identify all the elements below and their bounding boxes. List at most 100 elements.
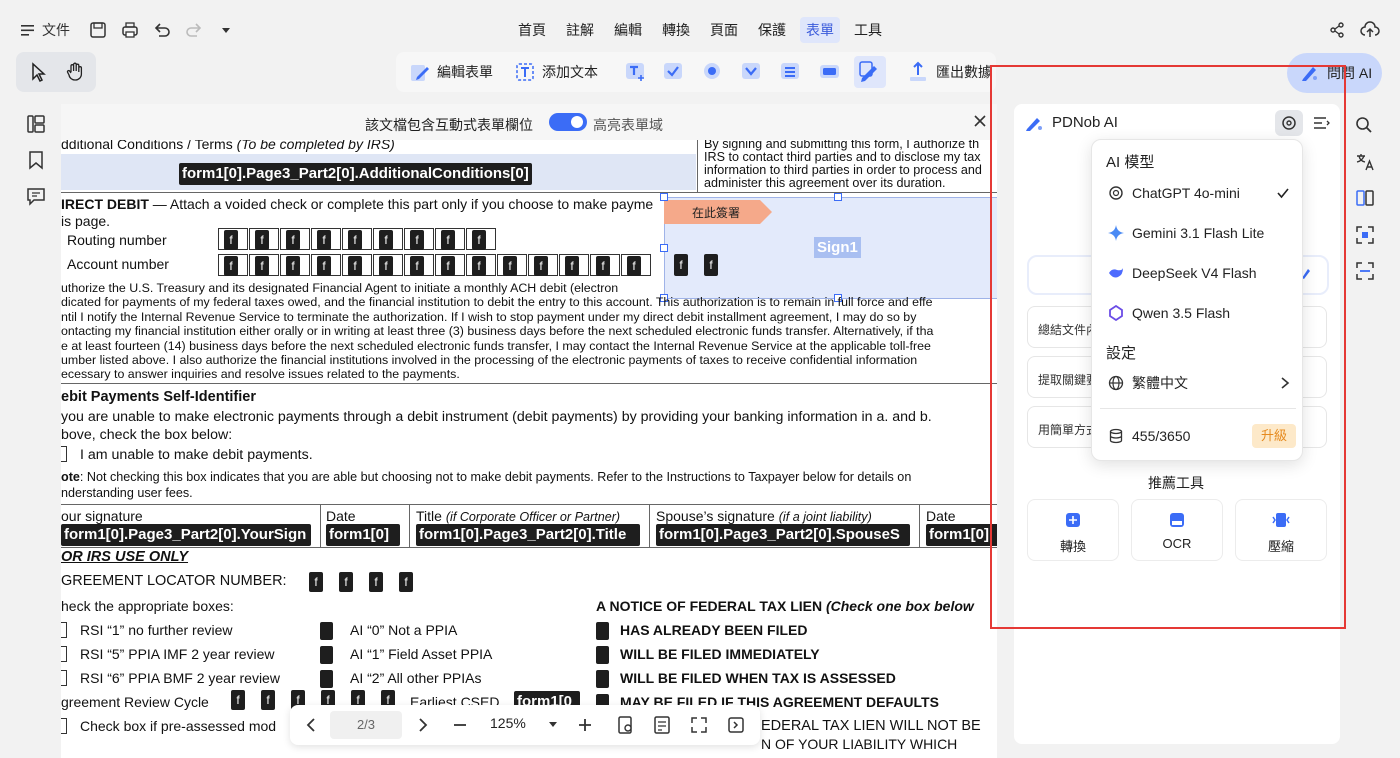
date-field[interactable]: form1[0] <box>326 524 400 546</box>
date-field-2[interactable]: form1[0] <box>926 524 997 546</box>
list-box-field-icon[interactable] <box>779 60 803 84</box>
account-box-extra[interactable]: f <box>704 254 718 276</box>
undo-icon[interactable] <box>153 18 171 42</box>
add-text-button[interactable]: 添加文本 <box>514 56 598 88</box>
rsi-1-checkbox[interactable] <box>61 622 67 638</box>
export-data-button[interactable]: 匯出數據 <box>908 56 992 88</box>
preassessed-checkbox[interactable] <box>61 718 67 734</box>
language-option[interactable]: 繁體中文 <box>1108 371 1290 395</box>
lien-assessed-checkbox[interactable] <box>596 670 609 688</box>
routing-digit-field[interactable]: f <box>224 230 238 250</box>
routing-digit-field[interactable]: f <box>317 230 331 250</box>
locator-digit-field[interactable]: f <box>399 572 413 592</box>
tab-convert[interactable]: 轉換 <box>656 17 696 43</box>
account-digit-field[interactable]: f <box>379 256 393 276</box>
zoom-in-icon[interactable] <box>577 717 593 733</box>
edit-form-button[interactable]: 編輯表單 <box>409 56 493 88</box>
routing-digit-field[interactable]: f <box>379 230 393 250</box>
lien-immediate-checkbox[interactable] <box>596 646 609 664</box>
routing-digit-field[interactable]: f <box>410 230 424 250</box>
button-field-icon[interactable] <box>818 60 842 84</box>
checkbox-field-icon[interactable] <box>662 60 686 84</box>
title-field[interactable]: form1[0].Page3_Part2[0].Title <box>416 524 640 546</box>
comments-icon[interactable] <box>26 186 46 206</box>
review-cycle-field[interactable]: f <box>261 690 275 710</box>
print-icon[interactable] <box>121 18 139 42</box>
bookmark-icon[interactable] <box>26 150 46 170</box>
translate-icon[interactable] <box>1355 152 1375 172</box>
redo-icon[interactable] <box>185 18 203 42</box>
compress-tool-card[interactable]: 壓縮 <box>1235 499 1327 561</box>
routing-digit-field[interactable]: f <box>472 230 486 250</box>
account-digit-field[interactable]: f <box>503 256 517 276</box>
cloud-upload-icon[interactable] <box>1360 18 1380 42</box>
signature-field-icon[interactable] <box>854 56 886 88</box>
account-digit-field[interactable]: f <box>534 256 548 276</box>
page-layout-icon[interactable] <box>652 715 672 735</box>
ask-ai-button[interactable]: 問問 AI <box>1287 53 1382 93</box>
history-list-icon[interactable] <box>1312 114 1330 132</box>
account-digit-field[interactable]: f <box>472 256 486 276</box>
tab-protect[interactable]: 保護 <box>752 17 792 43</box>
resize-handle[interactable] <box>660 244 668 252</box>
account-box-extra[interactable]: f <box>674 254 688 276</box>
convert-tool-card[interactable]: 轉換 <box>1027 499 1119 561</box>
compare-icon[interactable] <box>1355 188 1375 208</box>
unable-debit-checkbox[interactable] <box>61 446 67 462</box>
page-number-input[interactable]: 2/3 <box>330 711 402 739</box>
resize-handle[interactable] <box>660 193 668 201</box>
rsi-5-checkbox[interactable] <box>61 646 67 662</box>
account-digit-field[interactable]: f <box>224 256 238 276</box>
rsi-6-checkbox[interactable] <box>61 670 67 686</box>
zoom-dropdown-icon[interactable] <box>548 721 558 729</box>
highlight-fields-toggle[interactable] <box>549 113 587 131</box>
account-digit-field[interactable]: f <box>255 256 269 276</box>
spouse-signature-field[interactable]: form1[0].Page3_Part2[0].SpouseS <box>656 524 910 546</box>
ai-2-checkbox[interactable] <box>320 670 333 688</box>
upgrade-button[interactable]: 升級 <box>1252 424 1296 448</box>
lien-filed-checkbox[interactable] <box>596 622 609 640</box>
account-digit-field[interactable]: f <box>410 256 424 276</box>
fit-page-icon[interactable] <box>689 715 709 735</box>
model-option-gemini[interactable]: Gemini 3.1 Flash Lite <box>1108 221 1264 245</box>
routing-digit-field[interactable]: f <box>255 230 269 250</box>
ocr-tool-card[interactable]: OCR <box>1131 499 1223 561</box>
page-view-icon[interactable] <box>616 715 636 735</box>
ai-1-checkbox[interactable] <box>320 646 333 664</box>
hand-tool-icon[interactable] <box>65 62 85 82</box>
locator-digit-field[interactable]: f <box>369 572 383 592</box>
exit-view-icon[interactable] <box>726 715 746 735</box>
close-icon[interactable] <box>973 114 987 128</box>
account-digit-field[interactable]: f <box>286 256 300 276</box>
tab-tools[interactable]: 工具 <box>848 17 888 43</box>
account-digit-field[interactable]: f <box>317 256 331 276</box>
account-digit-field[interactable]: f <box>596 256 610 276</box>
routing-digit-field[interactable]: f <box>441 230 455 250</box>
model-option-qwen[interactable]: Qwen 3.5 Flash <box>1108 301 1230 325</box>
next-page-icon[interactable] <box>416 717 430 733</box>
routing-digit-field[interactable]: f <box>348 230 362 250</box>
thumbnails-icon[interactable] <box>26 114 46 134</box>
quick-access-dropdown-icon[interactable] <box>220 18 232 42</box>
additional-conditions-field[interactable]: form1[0].Page3_Part2[0].AdditionalCondit… <box>179 163 532 185</box>
crop-icon[interactable] <box>1355 225 1375 245</box>
save-icon[interactable] <box>89 18 107 42</box>
ai-settings-button[interactable] <box>1275 110 1303 136</box>
tab-home[interactable]: 首頁 <box>512 17 552 43</box>
locator-digit-field[interactable]: f <box>339 572 353 592</box>
account-digit-field[interactable]: f <box>627 256 641 276</box>
file-menu[interactable]: 文件 <box>20 18 70 42</box>
your-signature-field[interactable]: form1[0].Page3_Part2[0].YourSign <box>61 524 311 546</box>
tab-edit[interactable]: 編輯 <box>608 17 648 43</box>
dropdown-field-icon[interactable] <box>740 60 764 84</box>
account-digit-field[interactable]: f <box>348 256 362 276</box>
share-icon[interactable] <box>1329 18 1345 42</box>
routing-digit-field[interactable]: f <box>286 230 300 250</box>
account-digit-field[interactable]: f <box>565 256 579 276</box>
ai-0-checkbox[interactable] <box>320 622 333 640</box>
resize-handle[interactable] <box>834 193 842 201</box>
tab-comment[interactable]: 註解 <box>560 17 600 43</box>
account-digit-field[interactable]: f <box>441 256 455 276</box>
radio-field-icon[interactable] <box>701 60 725 84</box>
search-icon[interactable] <box>1355 116 1373 134</box>
